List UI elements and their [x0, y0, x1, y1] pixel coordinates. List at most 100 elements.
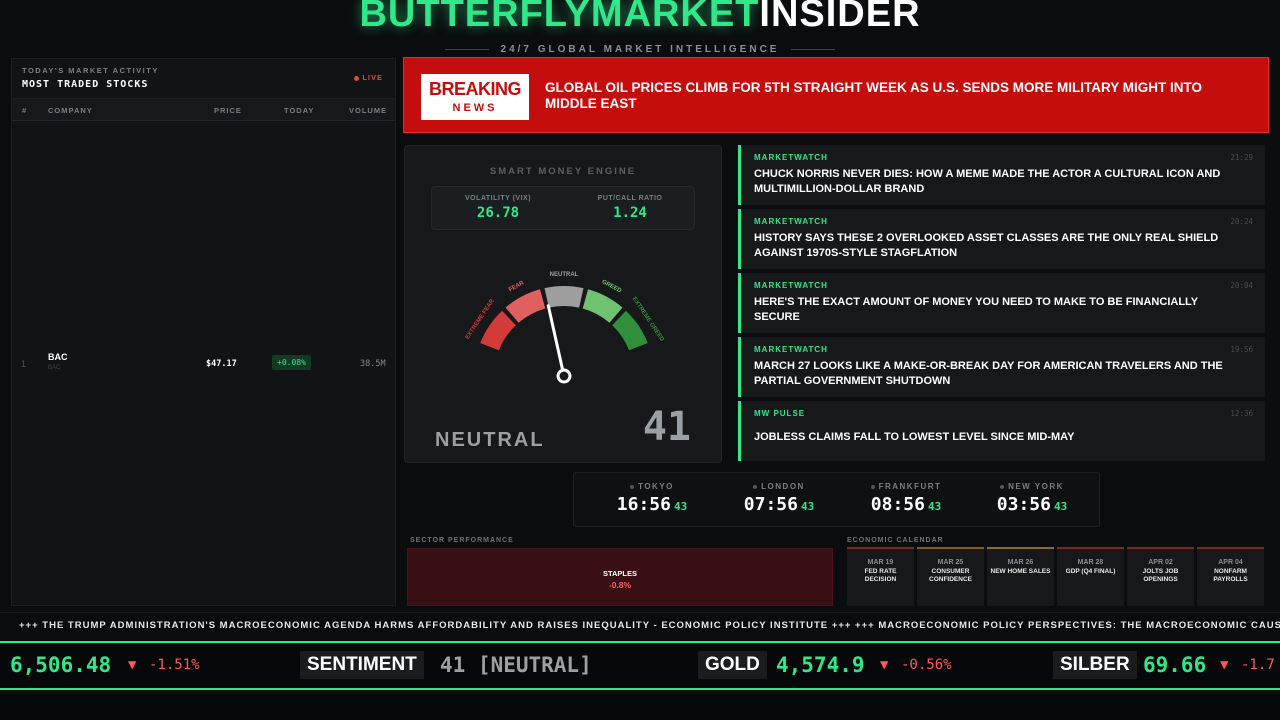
breaking-badge-title: BREAKING	[428, 79, 522, 99]
live-dot-icon	[354, 75, 360, 81]
col-today[interactable]: TODAY	[284, 106, 314, 115]
col-price[interactable]: PRICE	[214, 106, 242, 115]
smart-money-engine: SMART MONEY ENGINE VOLATILITY (VIX) 26.7…	[404, 145, 722, 463]
calendar-event[interactable]: APR 02 JOLTS JOB OPENINGS	[1127, 547, 1194, 606]
breaking-badge: BREAKING NEWS	[421, 74, 529, 120]
gauge-zone-fear	[505, 289, 546, 324]
clock-tokyo: TOKYO 16:56 43	[616, 482, 688, 515]
index-value: 6,506.48	[10, 653, 112, 677]
clock-new-york: NEW YORK 03:56 43	[996, 482, 1068, 515]
clock-seconds: 43	[927, 500, 942, 513]
col-company[interactable]: COMPANY	[48, 106, 93, 115]
gauge-hub	[556, 368, 572, 384]
gauge-label-neutral: NEUTRAL	[550, 272, 579, 278]
engine-title: SMART MONEY ENGINE	[489, 166, 637, 177]
breaking-badge-sub: NEWS	[452, 102, 498, 114]
sentiment-gauge: EXTREME FEARFEARNEUTRALGREEDEXTREME GREE…	[465, 272, 665, 384]
vix-stat: VOLATILITY (VIX) 26.78	[432, 195, 564, 221]
col-rank: #	[22, 106, 28, 115]
ticker-text: +++ THE TRUMP ADMINISTRATION'S MACROECON…	[19, 620, 1280, 631]
brand-logo: BUTTERFLYMARKETINSIDER	[0, 0, 1280, 36]
gauge-label-greed: GREED	[601, 279, 623, 295]
calendar-event[interactable]: MAR 25 CONSUMER CONFIDENCE	[917, 547, 984, 606]
news-item[interactable]: MARKETWATCH 21:29 CHUCK NORRIS NEVER DIES:…	[738, 145, 1265, 205]
world-clocks: TOKYO 16:56 43 LONDON 07:56 43 FRANKFURT 08:5…	[573, 472, 1100, 527]
silver-change: -1.7	[1241, 657, 1275, 673]
panel-kicker: TODAY'S MARKET ACTIVITY	[22, 66, 159, 75]
news-time: 12:36	[1230, 409, 1253, 418]
clock-seconds: 43	[800, 500, 815, 513]
bottom-bar	[0, 692, 1280, 720]
economic-calendar: MAR 19 FED RATE DECISION MAR 25 CONSUMER C…	[847, 547, 1265, 606]
row-ticker: BAC	[48, 352, 68, 362]
vix-value: 26.78	[476, 205, 520, 221]
news-headline[interactable]: CHUCK NORRIS NEVER DIES: HOW A MEME MADE…	[754, 167, 1244, 197]
vix-label: VOLATILITY (VIX)	[464, 195, 532, 202]
news-feed: MARKETWATCH 21:29 CHUCK NORRIS NEVER DIES:…	[738, 145, 1265, 465]
row-sub: BAC	[48, 365, 61, 371]
gauge-label-fear: FEAR	[508, 280, 526, 293]
news-headline[interactable]: HISTORY SAYS THESE 2 OVERLOOKED ASSET CL…	[754, 231, 1244, 261]
clock-london: LONDON 07:56 43	[743, 482, 815, 515]
calendar-event[interactable]: APR 04 NONFARM PAYROLLS	[1197, 547, 1264, 606]
clock-dot-icon	[870, 484, 875, 489]
down-arrow-icon: ▼	[128, 657, 137, 673]
sector-title: SECTOR PERFORMANCE	[410, 537, 514, 544]
sentiment-quote: 41 [NEUTRAL]	[440, 653, 592, 677]
news-source: MW PULSE	[754, 409, 806, 418]
silver-value: 69.66	[1143, 653, 1207, 677]
row-price: $47.17	[206, 359, 237, 369]
putcall-label: PUT/CALL RATIO	[597, 195, 663, 202]
sector-tile-staples[interactable]: STAPLES -0.8%	[407, 548, 833, 606]
news-source: MARKETWATCH	[754, 153, 828, 162]
clock-dot-icon	[753, 484, 758, 489]
table-row[interactable]: 1 BAC BAC $47.17 +0.08% 38.5M	[12, 349, 395, 379]
clock-frankfurt: FRANKFURT 08:56 43	[870, 482, 942, 515]
row-change: +0.08%	[272, 355, 311, 370]
gauge-zone-greed	[582, 289, 623, 324]
col-volume[interactable]: VOLUME	[349, 106, 387, 115]
news-item[interactable]: MW PULSE 12:36 JOBLESS CLAIMS FALL TO LOWE…	[738, 401, 1265, 461]
panel-title: MOST TRADED STOCKS	[22, 79, 149, 90]
sentiment-label: SENTIMENT	[300, 651, 424, 679]
calendar-event[interactable]: MAR 19 FED RATE DECISION	[847, 547, 914, 606]
news-source: MARKETWATCH	[754, 345, 828, 354]
news-ticker: +++ THE TRUMP ADMINISTRATION'S MACROECON…	[0, 612, 1280, 638]
gold-value: 4,574.9	[776, 653, 865, 677]
clock-time: 08:56	[870, 494, 925, 515]
down-arrow-icon: ▼	[880, 657, 889, 673]
table-header: # COMPANY PRICE TODAY VOLUME	[12, 99, 395, 121]
calendar-title: ECONOMIC CALENDAR	[847, 537, 944, 544]
news-headline[interactable]: MARCH 27 LOOKS LIKE A MAKE-OR-BREAK DAY …	[754, 359, 1244, 389]
index-change: -1.51%	[149, 657, 200, 673]
news-headline[interactable]: HERE'S THE EXACT AMOUNT OF MONEY YOU NEE…	[754, 295, 1244, 325]
gauge-zone-extreme-greed	[611, 310, 648, 351]
sentiment-score: 41	[642, 404, 691, 450]
sentiment-state: NEUTRAL	[435, 429, 545, 451]
breaking-news-banner[interactable]: BREAKING NEWS GLOBAL OIL PRICES CLIMB FO…	[403, 57, 1269, 133]
putcall-stat: PUT/CALL RATIO 1.24	[564, 195, 696, 221]
news-headline[interactable]: JOBLESS CLAIMS FALL TO LOWEST LEVEL SINC…	[754, 430, 1244, 445]
clock-time: 07:56	[743, 494, 798, 515]
brand-part2: INSIDER	[759, 0, 921, 35]
clock-seconds: 43	[1053, 500, 1068, 513]
most-traded-panel: TODAY'S MARKET ACTIVITY MOST TRADED STOC…	[11, 58, 396, 606]
news-item[interactable]: MARKETWATCH 20:04 HERE'S THE EXACT AMOUNT …	[738, 273, 1265, 333]
gauge-zone-extreme-fear	[480, 310, 517, 351]
gold-change: -0.56%	[901, 657, 952, 673]
gauge-zone-neutral	[544, 286, 584, 308]
brand-part1: BUTTERFLYMARKET	[359, 0, 760, 35]
news-item[interactable]: MARKETWATCH 20:24 HISTORY SAYS THESE 2 OVE…	[738, 209, 1265, 269]
breaking-headline[interactable]: GLOBAL OIL PRICES CLIMB FOR 5TH STRAIGHT…	[545, 80, 1245, 112]
news-item[interactable]: MARKETWATCH 19:56 MARCH 27 LOOKS LIKE A MA…	[738, 337, 1265, 397]
putcall-value: 1.24	[613, 205, 647, 221]
clock-time: 03:56	[996, 494, 1051, 515]
calendar-event[interactable]: MAR 26 NEW HOME SALES	[987, 547, 1054, 606]
clock-dot-icon	[1000, 484, 1005, 489]
silver-label: SILBER	[1053, 651, 1137, 679]
calendar-event[interactable]: MAR 28 GDP (Q4 FINAL)	[1057, 547, 1124, 606]
quote-ticker: 6,506.48 ▼ -1.51% SENTIMENT 41 [NEUTRAL]…	[0, 641, 1280, 690]
gold-label: GOLD	[698, 651, 767, 679]
live-badge: LIVE	[354, 73, 383, 82]
gauge-needle	[546, 304, 566, 378]
